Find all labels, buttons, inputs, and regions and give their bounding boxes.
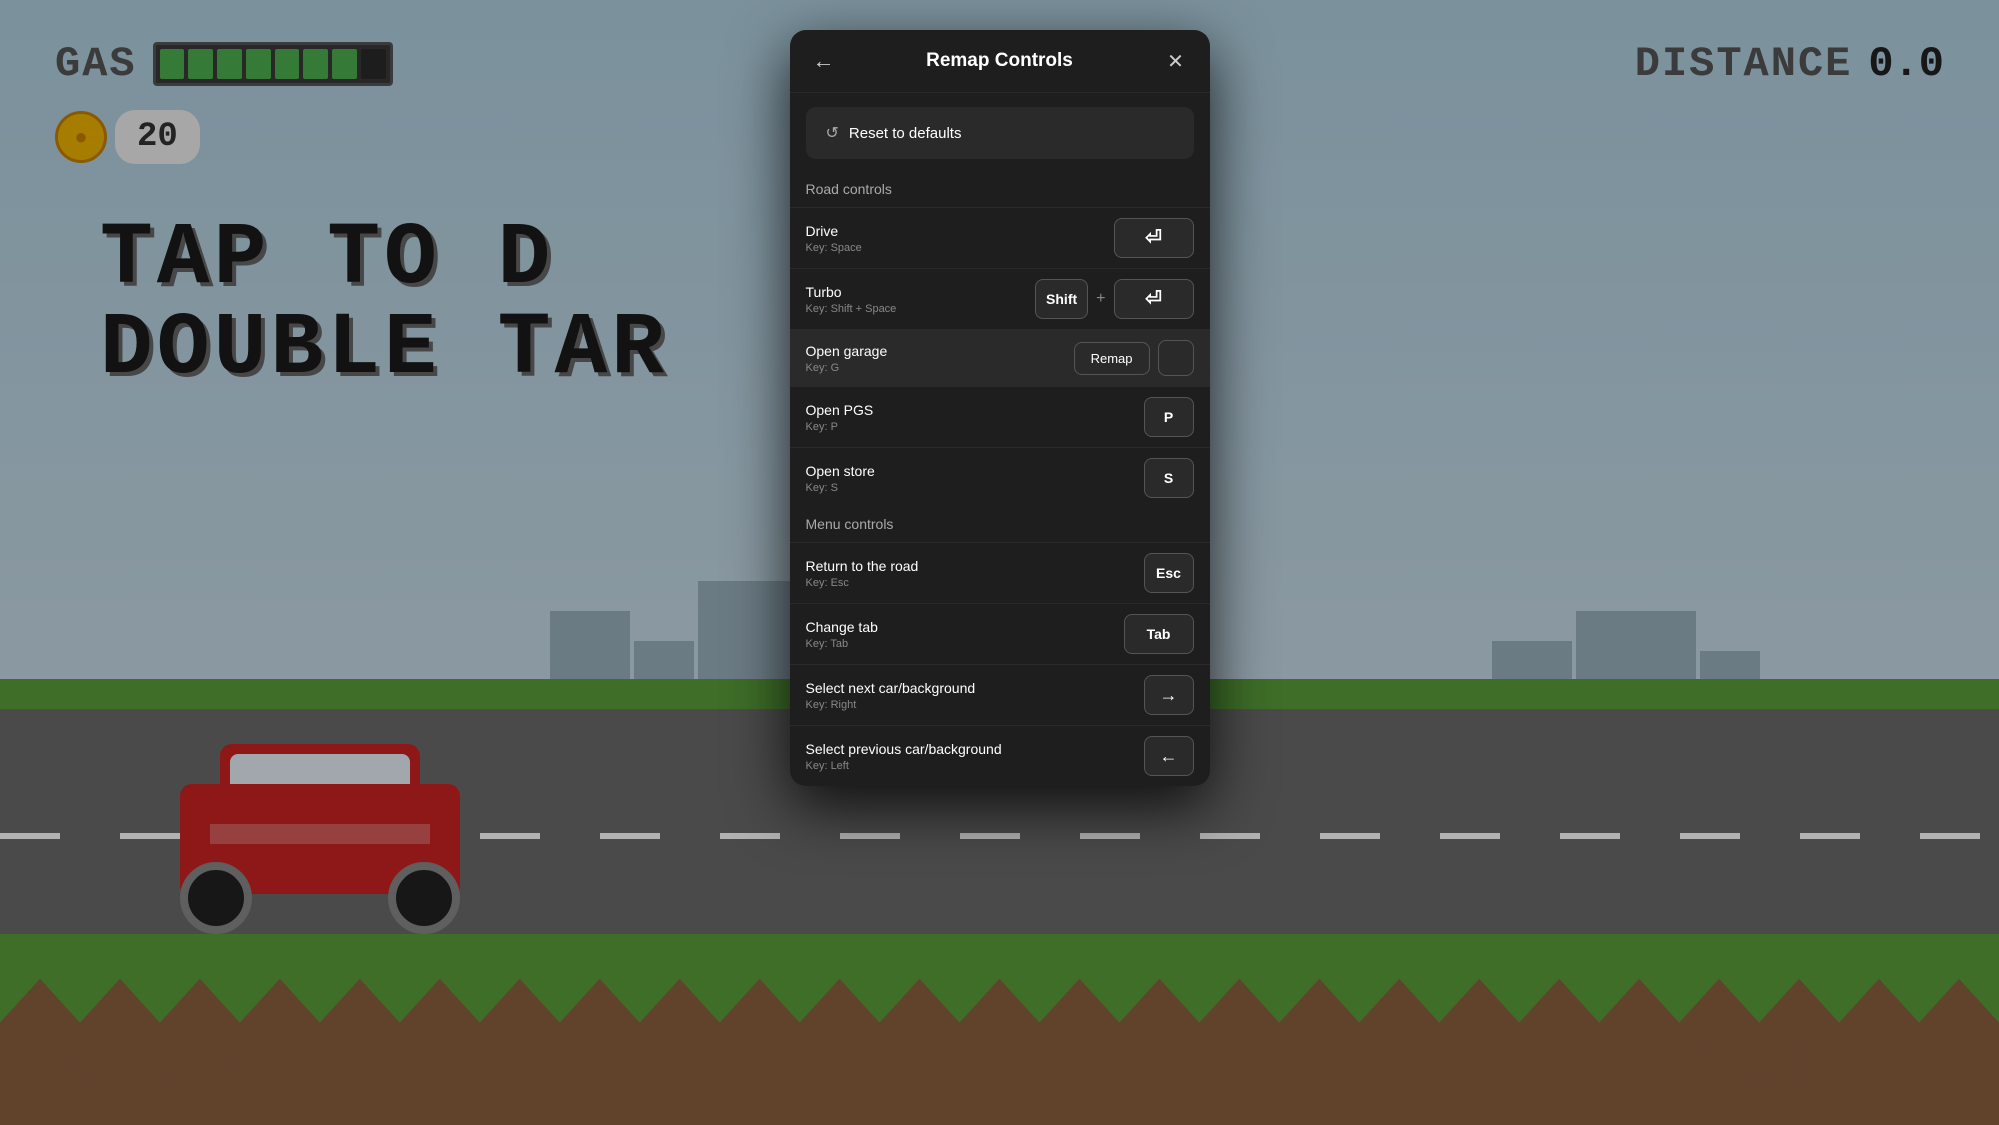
open-store-key: Key: S — [806, 482, 875, 494]
turbo-space-symbol: ⏎ — [1145, 289, 1162, 309]
return-road-key: Key: Esc — [806, 577, 919, 589]
tab-key-badge[interactable]: Tab — [1124, 614, 1194, 654]
return-road-info: Return to the road Key: Esc — [806, 558, 919, 589]
drive-name: Drive — [806, 223, 862, 239]
open-pgs-keys: P — [1144, 397, 1194, 437]
garage-toggle[interactable] — [1158, 340, 1194, 376]
select-next-control-row: Select next car/background Key: Right → — [790, 664, 1210, 725]
return-road-control-row: Return to the road Key: Esc Esc — [790, 542, 1210, 603]
change-tab-control-row: Change tab Key: Tab Tab — [790, 603, 1210, 664]
change-tab-info: Change tab Key: Tab — [806, 619, 878, 650]
open-garage-control-row: Open garage Key: G Remap — [790, 329, 1210, 386]
remap-button[interactable]: Remap — [1074, 342, 1150, 375]
turbo-keys: Shift + ⏎ — [1035, 279, 1193, 319]
store-key-badge[interactable]: S — [1144, 458, 1194, 498]
open-store-name: Open store — [806, 463, 875, 479]
open-store-keys: S — [1144, 458, 1194, 498]
open-garage-name: Open garage — [806, 343, 888, 359]
road-controls-section-label: Road controls — [790, 173, 1210, 207]
reset-defaults-button[interactable]: ↺ Reset to defaults — [806, 107, 1194, 159]
pgs-key-badge[interactable]: P — [1144, 397, 1194, 437]
modal-title: Remap Controls — [926, 50, 1073, 72]
modal-header: ← Remap Controls ✕ — [790, 30, 1210, 93]
select-next-name: Select next car/background — [806, 680, 976, 696]
open-pgs-control-row: Open PGS Key: P P — [790, 386, 1210, 447]
left-arrow-badge[interactable]: ← — [1144, 736, 1194, 776]
select-prev-key: Key: Left — [806, 760, 1002, 772]
change-tab-name: Change tab — [806, 619, 878, 635]
select-prev-control-row: Select previous car/background Key: Left… — [790, 725, 1210, 786]
select-next-info: Select next car/background Key: Right — [806, 680, 976, 711]
select-next-keys: → — [1144, 675, 1194, 715]
drive-keys: ⏎ — [1114, 218, 1194, 258]
turbo-shift-badge[interactable]: Shift — [1035, 279, 1088, 319]
drive-space-symbol: ⏎ — [1145, 228, 1162, 248]
menu-controls-section-label: Menu controls — [790, 508, 1210, 542]
open-store-info: Open store Key: S — [806, 463, 875, 494]
open-garage-key: Key: G — [806, 362, 888, 374]
drive-key-badge[interactable]: ⏎ — [1114, 218, 1194, 258]
right-arrow-badge[interactable]: → — [1144, 675, 1194, 715]
open-garage-info: Open garage Key: G — [806, 343, 888, 374]
change-tab-keys: Tab — [1124, 614, 1194, 654]
turbo-control-row: Turbo Key: Shift + Space Shift + ⏎ — [790, 268, 1210, 329]
drive-info: Drive Key: Space — [806, 223, 862, 254]
back-button[interactable]: ← — [806, 43, 842, 79]
turbo-space-badge[interactable]: ⏎ — [1114, 279, 1194, 319]
remap-controls-modal: ← Remap Controls ✕ ↺ Reset to defaults R… — [790, 30, 1210, 786]
select-prev-info: Select previous car/background Key: Left — [806, 741, 1002, 772]
esc-key-badge[interactable]: Esc — [1144, 553, 1194, 593]
return-road-name: Return to the road — [806, 558, 919, 574]
turbo-info: Turbo Key: Shift + Space — [806, 284, 897, 315]
reset-label: Reset to defaults — [849, 125, 962, 142]
drive-control-row: Drive Key: Space ⏎ — [790, 207, 1210, 268]
turbo-key: Key: Shift + Space — [806, 303, 897, 315]
select-prev-name: Select previous car/background — [806, 741, 1002, 757]
open-garage-keys: Remap — [1074, 340, 1194, 376]
return-road-keys: Esc — [1144, 553, 1194, 593]
open-pgs-key: Key: P — [806, 421, 874, 433]
open-pgs-name: Open PGS — [806, 402, 874, 418]
left-arrow-icon: ← — [1160, 746, 1178, 767]
open-store-control-row: Open store Key: S S — [790, 447, 1210, 508]
right-arrow-icon: → — [1160, 685, 1178, 706]
turbo-name: Turbo — [806, 284, 897, 300]
reset-icon: ↺ — [826, 123, 839, 143]
plus-sign: + — [1096, 290, 1105, 308]
change-tab-key: Key: Tab — [806, 638, 878, 650]
open-pgs-info: Open PGS Key: P — [806, 402, 874, 433]
select-next-key: Key: Right — [806, 699, 976, 711]
select-prev-keys: ← — [1144, 736, 1194, 776]
close-button[interactable]: ✕ — [1158, 43, 1194, 79]
drive-key: Key: Space — [806, 242, 862, 254]
